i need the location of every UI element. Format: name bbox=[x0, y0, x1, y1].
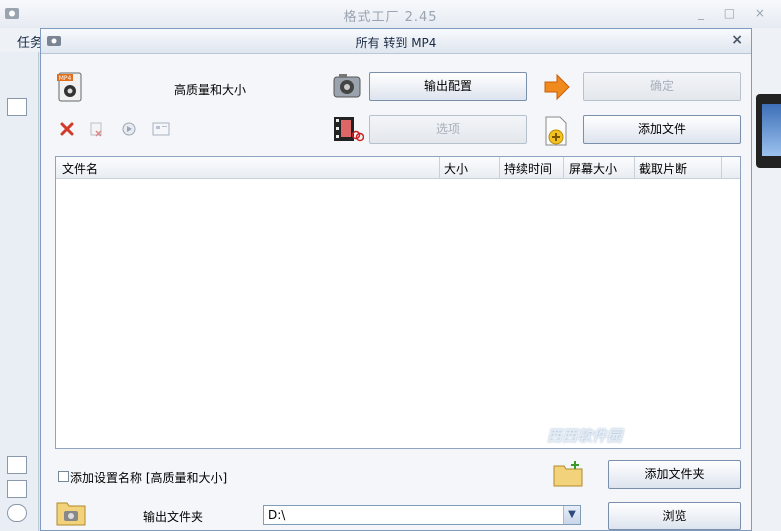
clear-list-icon[interactable] bbox=[88, 121, 104, 137]
column-divider bbox=[563, 157, 564, 178]
sidebar-disc-icon[interactable] bbox=[7, 504, 27, 522]
add-file-button[interactable]: 添加文件 bbox=[583, 115, 741, 144]
play-icon[interactable] bbox=[121, 121, 137, 137]
ok-button[interactable]: 确定 bbox=[583, 72, 741, 101]
arrow-right-icon bbox=[544, 73, 570, 101]
column-divider bbox=[721, 157, 722, 178]
add-folder-button[interactable]: 添加文件夹 bbox=[608, 460, 741, 489]
mp4-format-icon: MP4 bbox=[57, 72, 82, 102]
sidebar-audio-icon[interactable] bbox=[7, 456, 27, 474]
delete-icon[interactable] bbox=[59, 121, 75, 137]
column-header-clip[interactable]: 截取片断 bbox=[639, 160, 687, 177]
column-divider bbox=[634, 157, 635, 178]
options-button[interactable]: 选项 bbox=[369, 115, 527, 144]
app-title-bar: 格式工厂 2.45 _ □ × bbox=[0, 0, 781, 29]
output-folder-icon bbox=[56, 502, 86, 526]
table-header: 文件名 大小 持续时间 屏幕大小 截取片断 bbox=[56, 157, 740, 179]
film-options-icon bbox=[334, 117, 364, 142]
chevron-down-icon[interactable]: ▼ bbox=[563, 506, 580, 524]
add-file-icon bbox=[545, 116, 567, 146]
column-header-screen-size[interactable]: 屏幕大小 bbox=[569, 160, 617, 177]
browse-button[interactable]: 浏览 bbox=[608, 502, 741, 530]
left-category-panel bbox=[0, 52, 39, 531]
app-title: 格式工厂 2.45 bbox=[343, 10, 438, 25]
output-folder-label: 输出文件夹 bbox=[143, 510, 204, 524]
close-button[interactable]: × bbox=[731, 32, 743, 48]
phone-screen bbox=[762, 104, 781, 156]
add-folder-icon bbox=[553, 461, 583, 487]
column-divider bbox=[499, 157, 500, 178]
output-folder-value: D:\ bbox=[268, 508, 286, 522]
sidebar-image-icon[interactable] bbox=[7, 480, 27, 498]
output-config-button[interactable]: 输出配置 bbox=[369, 72, 527, 101]
file-list-table[interactable]: 文件名 大小 持续时间 屏幕大小 截取片断 bbox=[55, 156, 741, 449]
convert-dialog: 所有 转到 MP4 × MP4 高质量和大小 输出配置 确定 选项 添加文件 文… bbox=[40, 28, 752, 531]
dialog-title: 所有 转到 MP4 bbox=[355, 36, 437, 50]
add-setting-name-label: 添加设置名称 [高质量和大小] bbox=[70, 471, 228, 485]
sidebar-doc-icon[interactable] bbox=[7, 98, 27, 116]
output-config-icon bbox=[333, 74, 361, 98]
column-header-duration[interactable]: 持续时间 bbox=[504, 160, 552, 177]
preset-label: 高质量和大小 bbox=[174, 83, 247, 97]
output-folder-select[interactable]: D:\ ▼ bbox=[263, 505, 581, 525]
window-controls[interactable]: _ □ × bbox=[698, 6, 773, 20]
watermark-logo: 西西软件园 bbox=[547, 427, 623, 445]
add-setting-name-checkbox[interactable] bbox=[58, 471, 69, 482]
dialog-title-bar: 所有 转到 MP4 × bbox=[41, 29, 751, 54]
svg-text:MP4: MP4 bbox=[59, 75, 72, 82]
column-header-size[interactable]: 大小 bbox=[444, 160, 468, 177]
media-info-icon[interactable] bbox=[152, 122, 170, 136]
column-divider bbox=[439, 157, 440, 178]
column-header-filename[interactable]: 文件名 bbox=[62, 160, 98, 177]
